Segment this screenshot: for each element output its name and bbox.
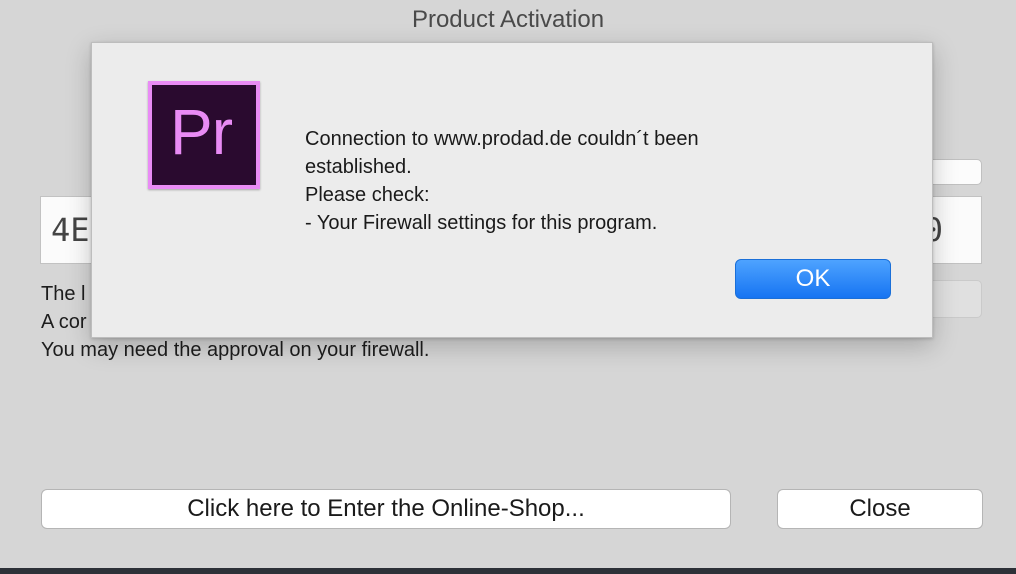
app-icon-letters: Pr [170, 96, 233, 168]
alert-message: Connection to www.prodad.de couldn´t bee… [305, 125, 885, 237]
product-activation-window: Product Activation e 4E 0 The l A cor Yo… [0, 0, 1016, 574]
alert-message-line-3: Please check: [305, 184, 430, 206]
connection-error-alert: Pr Connection to www.prodad.de couldn´t … [91, 42, 933, 338]
alert-message-line-2: established. [305, 156, 412, 178]
adobe-premiere-pro-icon: Pr [148, 81, 260, 189]
online-shop-button[interactable]: Click here to Enter the Online-Shop... [41, 489, 731, 529]
dock-strip [0, 568, 1016, 574]
window-title: Product Activation [411, 6, 605, 33]
close-button[interactable]: Close [777, 489, 983, 529]
ok-button[interactable]: OK [735, 259, 891, 299]
alert-message-line-4: - Your Firewall settings for this progra… [305, 212, 658, 234]
activation-key-start: 4E [51, 211, 90, 249]
info-line-3: You may need the approval on your firewa… [41, 339, 430, 361]
alert-message-line-1: Connection to www.prodad.de couldn´t bee… [305, 128, 699, 150]
